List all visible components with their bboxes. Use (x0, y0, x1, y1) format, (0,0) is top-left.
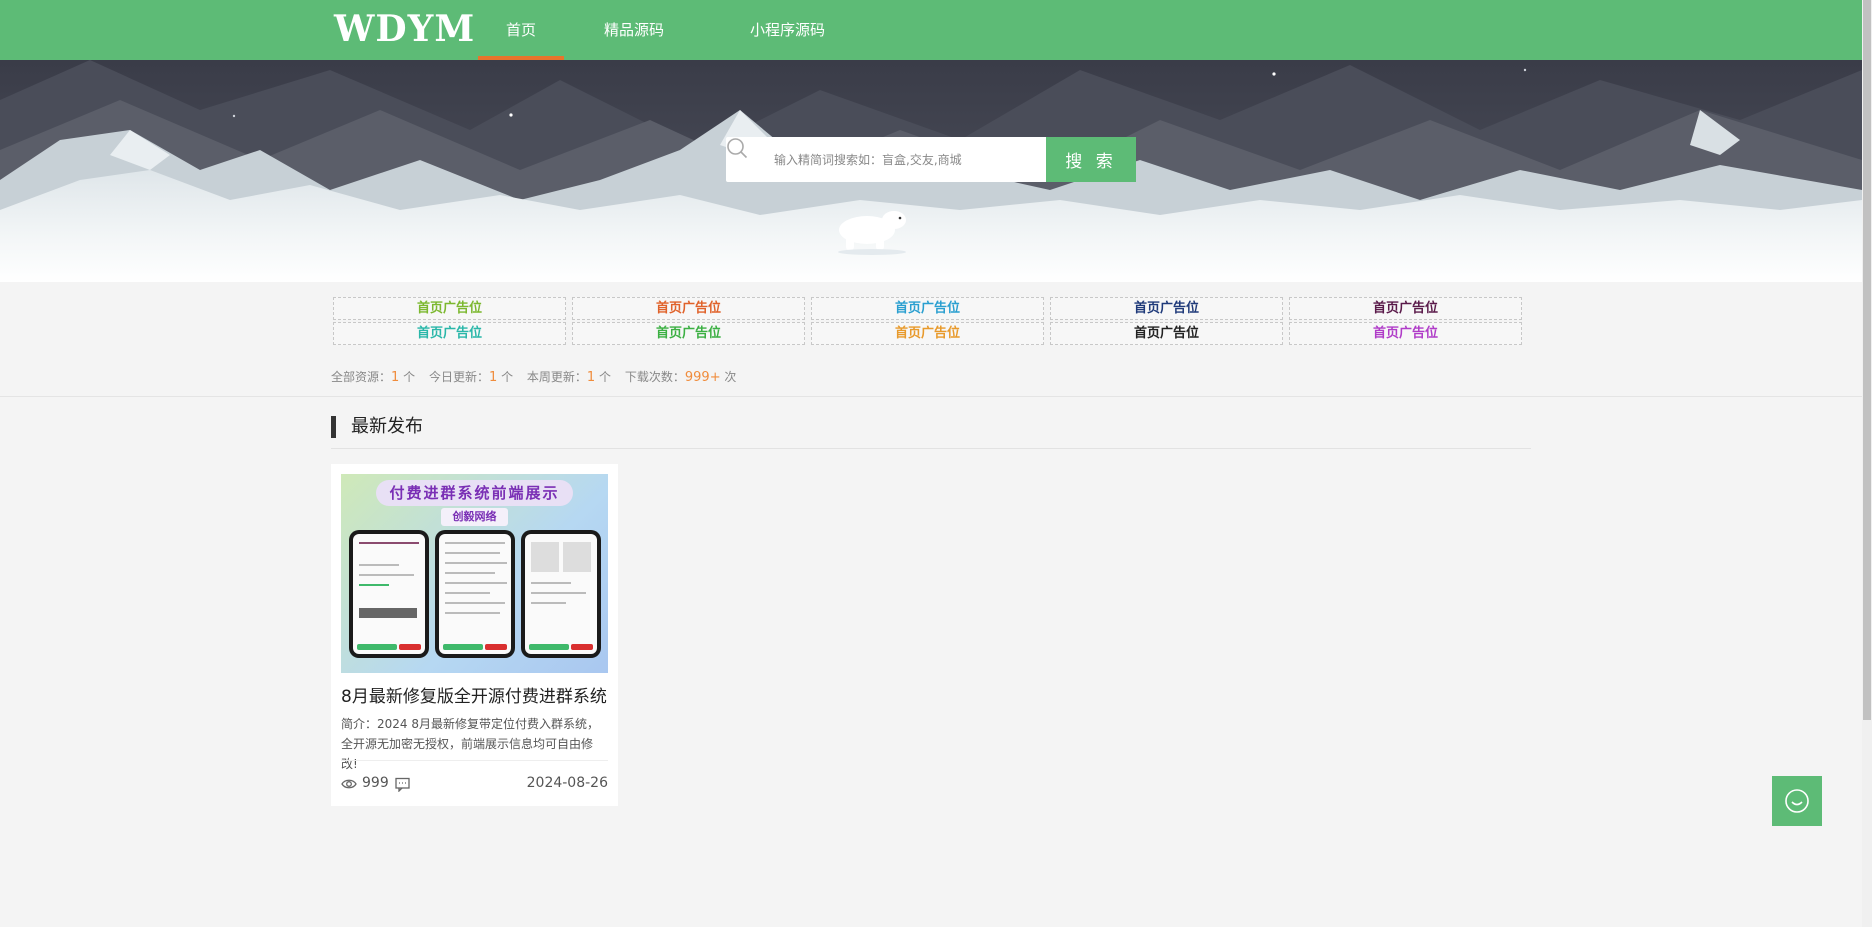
nav-item-premium-source[interactable]: 精品源码 (576, 0, 692, 60)
card-divider (341, 760, 608, 761)
ad-slot[interactable]: 首页广告位 (572, 297, 805, 320)
chat-icon (1785, 789, 1809, 813)
stat-downloads-value: 999+ (684, 370, 721, 385)
card-thumbnail[interactable]: 付费进群系统前端展示 创毅网络 (341, 474, 608, 673)
search-box (726, 137, 1046, 182)
scrollbar-thumb[interactable] (1863, 0, 1871, 720)
thumbnail-subtitle: 创毅网络 (441, 508, 508, 526)
nav-item-home[interactable]: 首页 (478, 0, 565, 60)
view-count: 999 (362, 775, 389, 791)
stat-total-unit: 个 (399, 370, 416, 384)
comment-icon[interactable] (395, 777, 410, 792)
stat-week-unit: 个 (595, 370, 612, 384)
card-title[interactable]: 8月最新修复版全开源付费进群系统 (341, 682, 608, 707)
ad-slot[interactable]: 首页广告位 (333, 322, 566, 345)
search-icon (727, 138, 748, 159)
nav-item-miniprogram-source[interactable]: 小程序源码 (722, 0, 853, 60)
stat-today-unit: 个 (497, 370, 514, 384)
phone-mockup (349, 530, 429, 658)
top-navbar: WDYM 首页 精品源码 小程序源码 (0, 0, 1862, 60)
ad-slot[interactable]: 首页广告位 (811, 297, 1044, 320)
search-button[interactable]: 搜 索 (1046, 137, 1136, 182)
ad-slot[interactable]: 首页广告位 (1289, 297, 1522, 320)
publish-date: 2024-08-26 (526, 775, 608, 791)
stat-today-label: 今日更新： (428, 370, 489, 384)
section-title: 最新发布 (331, 416, 423, 438)
ad-slot[interactable]: 首页广告位 (1050, 297, 1283, 320)
site-logo[interactable]: WDYM (334, 8, 475, 50)
card-footer: 999 2024-08-26 (341, 775, 608, 793)
stat-downloads-unit: 次 (720, 370, 737, 384)
resource-card[interactable]: 付费进群系统前端展示 创毅网络 8月最新修复版全开源付费进群系统 简介：2024… (331, 464, 618, 806)
section-divider (0, 396, 1862, 397)
ad-slot[interactable]: 首页广告位 (1050, 322, 1283, 345)
site-stats: 全部资源：1 个 今日更新：1 个 本周更新：1 个 下载次数：999+ 次 (331, 368, 746, 385)
eye-icon (341, 779, 357, 789)
stat-today-value: 1 (488, 370, 498, 385)
section-underline (331, 448, 1531, 449)
thumbnail-title: 付费进群系统前端展示 (376, 480, 573, 506)
ad-slot[interactable]: 首页广告位 (333, 297, 566, 320)
chat-button[interactable] (1772, 776, 1822, 826)
search-input[interactable] (774, 137, 1039, 182)
stat-week-value: 1 (586, 370, 596, 385)
ad-slot[interactable]: 首页广告位 (1289, 322, 1522, 345)
phone-mockup (521, 530, 601, 658)
ad-slot[interactable]: 首页广告位 (572, 322, 805, 345)
ad-grid: 首页广告位 首页广告位 首页广告位 首页广告位 首页广告位 首页广告位 首页广告位 首页广告位… (333, 297, 1524, 345)
stat-total-label: 全部资源： (331, 370, 392, 384)
ad-slot[interactable]: 首页广告位 (811, 322, 1044, 345)
hero-banner: 搜 索 (0, 60, 1862, 282)
stat-downloads-label: 下载次数： (624, 370, 685, 384)
card-description: 简介：2024 8月最新修复带定位付费入群系统，全开源无加密无授权，前端展示信息… (341, 717, 599, 771)
main-nav: 首页 精品源码 小程序源码 (478, 0, 853, 60)
phone-mockup (435, 530, 515, 658)
stat-week-label: 本周更新： (526, 370, 587, 384)
